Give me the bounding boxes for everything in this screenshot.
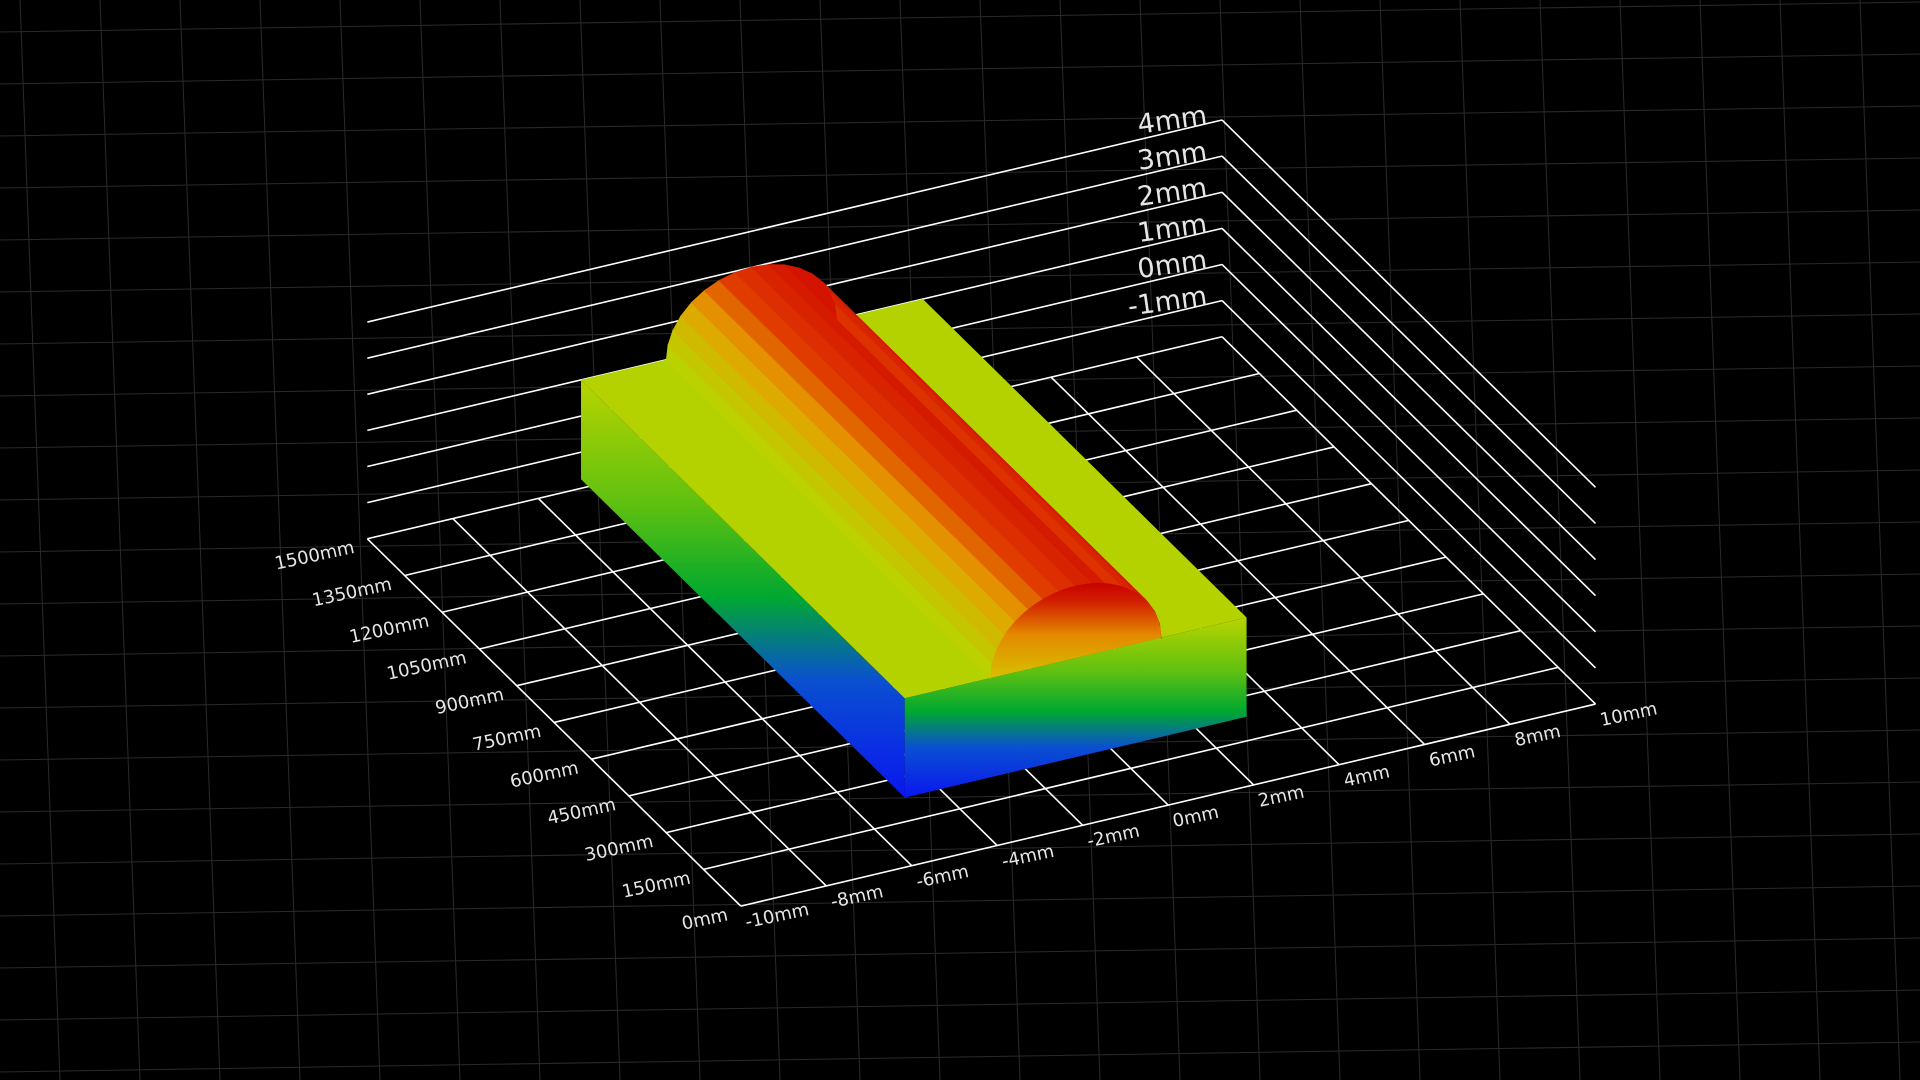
y-tick-label: 1350mm	[310, 574, 393, 611]
bg-grid-line-h	[0, 833, 1920, 865]
z-tick-label: 4mm	[1136, 100, 1209, 140]
y-tick-label: 150mm	[620, 868, 692, 903]
y-tick-label: 450mm	[546, 794, 618, 829]
x-tick-label: -4mm	[1000, 841, 1056, 873]
bg-grid-line-v	[499, 0, 541, 1080]
x-tick-label: 4mm	[1342, 761, 1392, 791]
bg-grid-line-h	[0, 1041, 1920, 1073]
surface-solid	[581, 264, 1247, 798]
y-tick-label: 900mm	[433, 684, 505, 719]
bg-grid-line-h	[0, 209, 1920, 241]
bg-grid-line-v	[19, 0, 61, 1080]
y-tick-label: 1050mm	[385, 647, 468, 684]
x-tick-label: 8mm	[1513, 721, 1563, 751]
bg-grid-line-h	[0, 261, 1920, 293]
x-tick-label: 0mm	[1171, 802, 1221, 832]
y-tick-label: 600mm	[508, 758, 580, 793]
chart-3d: 0mm150mm300mm450mm600mm750mm900mm1050mm1…	[0, 0, 1920, 1080]
bg-grid-line-v	[1859, 0, 1901, 1080]
bg-grid-line-v	[1219, 0, 1261, 1080]
y-tick-label: 0mm	[680, 904, 730, 934]
bg-grid-line-v	[259, 0, 301, 1080]
z-tick-label: -1mm	[1126, 281, 1209, 323]
right-wall-line	[1221, 227, 1597, 597]
x-tick-label: -2mm	[1085, 821, 1141, 853]
bg-grid-line-v	[1299, 0, 1341, 1080]
bg-grid-line-h	[0, 53, 1920, 85]
bg-grid-line-h	[0, 105, 1920, 137]
y-tick-label: 750mm	[471, 721, 543, 756]
bg-grid-line-h	[0, 937, 1920, 969]
bg-grid-line-h	[0, 781, 1920, 813]
x-tick-label: 2mm	[1256, 782, 1306, 812]
right-wall-line	[1221, 155, 1597, 525]
bg-grid-line-h	[0, 1, 1920, 33]
right-wall-line	[1221, 119, 1597, 488]
bg-grid-line-h	[0, 885, 1920, 917]
y-tick-label: 1500mm	[273, 537, 356, 574]
z-tick-label: 0mm	[1136, 245, 1209, 285]
bg-grid-line-h	[0, 989, 1920, 1021]
bg-grid-line-v	[579, 0, 621, 1080]
z-tick-label: 1mm	[1136, 209, 1209, 249]
bg-grid-line-h	[0, 157, 1920, 189]
bg-grid-line-v	[99, 0, 141, 1080]
x-tick-label: -8mm	[829, 881, 885, 913]
bg-grid-line-v	[1779, 0, 1821, 1080]
z-tick-label: 3mm	[1136, 136, 1209, 176]
y-tick-label: 1200mm	[348, 611, 431, 648]
bg-grid-line-v	[1539, 0, 1581, 1080]
x-tick-label: 6mm	[1427, 741, 1477, 771]
x-tick-label: 10mm	[1598, 698, 1659, 731]
bg-grid-line-v	[1699, 0, 1741, 1080]
bg-grid-line-v	[179, 0, 221, 1080]
y-tick-label: 300mm	[583, 831, 655, 866]
x-tick-label: -6mm	[914, 861, 970, 893]
bg-grid-line-v	[1379, 0, 1421, 1080]
right-wall-line	[1221, 300, 1597, 669]
bg-grid-line-v	[419, 0, 461, 1080]
